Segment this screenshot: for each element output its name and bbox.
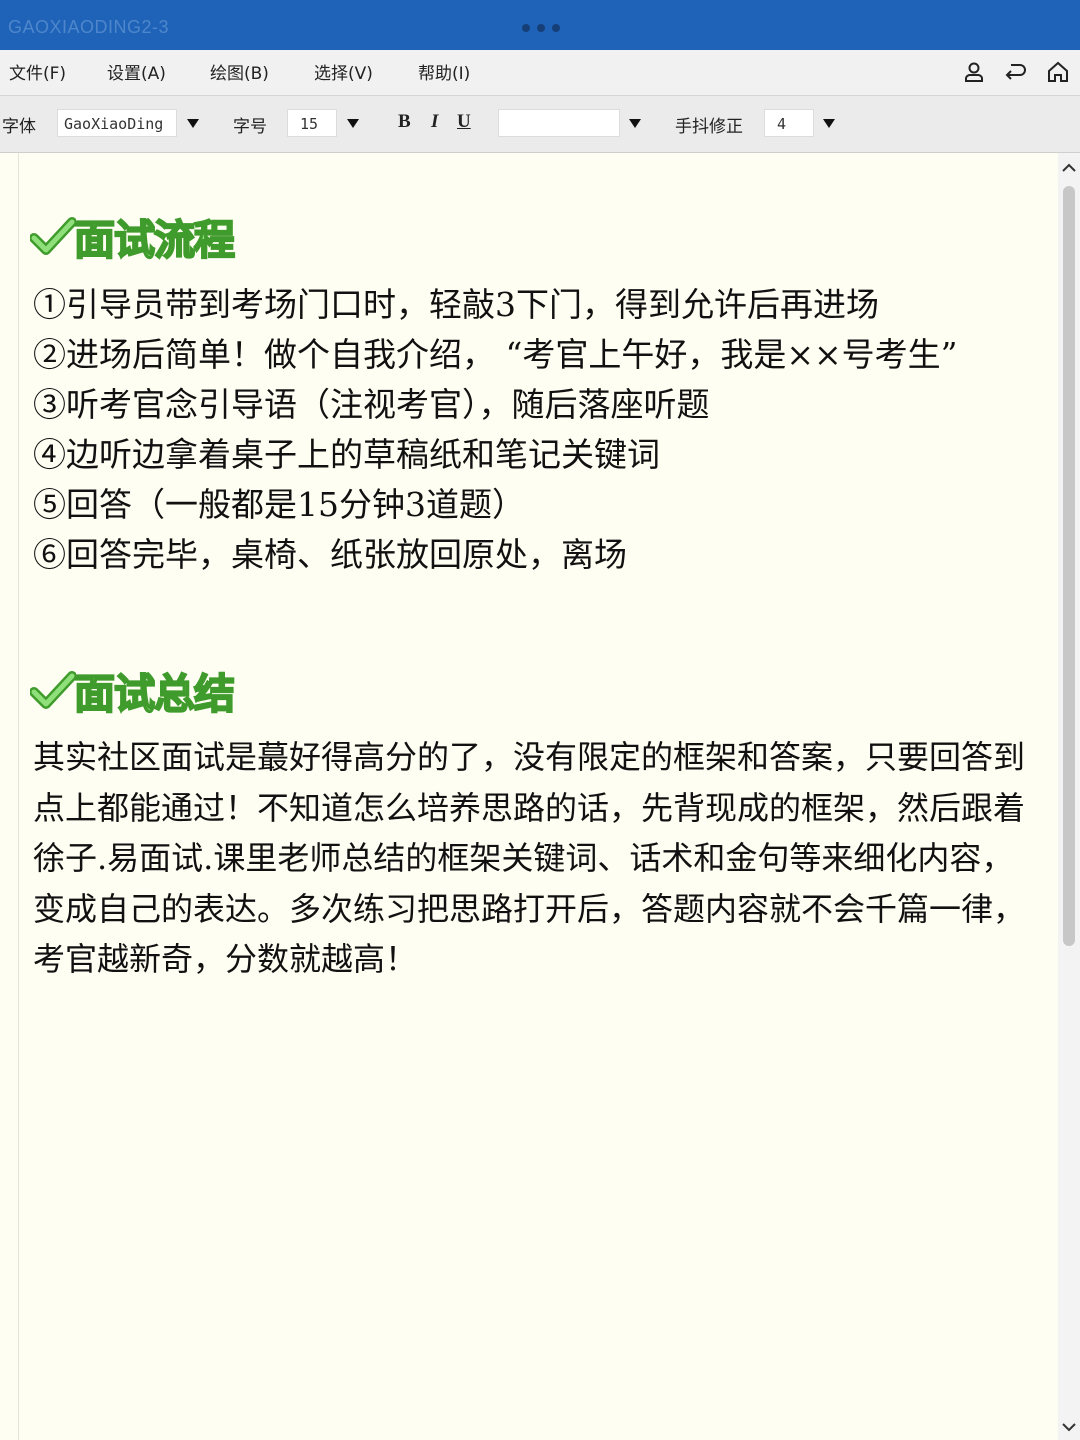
- menu-draw[interactable]: 绘图(B): [210, 59, 269, 84]
- format-toolbar: 字体 GaoXiaoDing 字号 15 B I U 手抖修正 4: [0, 96, 1080, 153]
- menu-settings[interactable]: 设置(A): [107, 59, 166, 84]
- correction-dropdown-icon[interactable]: [816, 109, 842, 137]
- size-dropdown-icon[interactable]: [340, 109, 366, 137]
- list-item: ⑤回答（一般都是15分钟3道题）: [33, 485, 525, 524]
- checkmark-icon: [30, 217, 76, 255]
- font-label: 字体: [2, 117, 36, 137]
- vertical-scrollbar[interactable]: [1058, 153, 1080, 1440]
- window-options-icon[interactable]: [522, 24, 560, 32]
- menu-help[interactable]: 帮助(I): [418, 59, 470, 84]
- title-bar: GAOXIAODING2-3: [0, 0, 1080, 50]
- list-item: ②进场后简单！做个自我介绍， “考官上午好，我是××号考生”: [33, 335, 958, 374]
- list-item: ④边听边拿着桌子上的草稿纸和笔记关键词: [33, 435, 660, 474]
- size-label: 字号: [233, 117, 267, 137]
- scrollbar-thumb[interactable]: [1063, 186, 1075, 946]
- correction-select[interactable]: 4: [764, 109, 814, 137]
- section-title: 面试总结: [73, 669, 236, 719]
- list-item: ③听考官念引导语（注视考官），随后落座听题: [33, 385, 710, 424]
- scroll-down-icon[interactable]: [1061, 1420, 1077, 1434]
- home-icon[interactable]: [1046, 60, 1070, 84]
- section-heading-summary: 面试总结: [30, 660, 236, 720]
- style-dropdown-icon[interactable]: [622, 109, 648, 137]
- summary-paragraph: 其实社区面试是蕞好得高分的了，没有限定的框架和答案，只要回答到点上都能通过！不知…: [33, 738, 1026, 978]
- menu-icons: [962, 60, 1070, 84]
- user-icon[interactable]: [962, 60, 986, 84]
- section-title: 面试流程: [73, 215, 236, 265]
- bold-button[interactable]: B: [398, 111, 411, 133]
- list-item: ⑥回答完毕，桌椅、纸张放回原处，离场: [33, 535, 627, 574]
- italic-button[interactable]: I: [431, 111, 438, 133]
- style-select[interactable]: [498, 109, 620, 137]
- list-item: ①引导员带到考场门口时，轻敲3下门，得到允许后再进场: [33, 285, 879, 324]
- underline-button[interactable]: U: [457, 111, 471, 133]
- section-heading-process: 面试流程: [30, 206, 236, 266]
- menu-select[interactable]: 选择(V): [314, 59, 373, 84]
- process-list: ①引导员带到考场门口时，轻敲3下门，得到允许后再进场 ②进场后简单！做个自我介绍…: [33, 280, 1043, 580]
- correction-label: 手抖修正: [675, 117, 743, 137]
- menu-file[interactable]: 文件(F): [9, 59, 66, 84]
- checkmark-icon: [30, 671, 76, 709]
- scroll-up-icon[interactable]: [1061, 161, 1077, 175]
- size-select[interactable]: 15: [287, 109, 337, 137]
- back-icon[interactable]: [1004, 60, 1028, 84]
- menu-bar: 文件(F) 设置(A) 绘图(B) 选择(V) 帮助(I): [0, 50, 1080, 96]
- font-dropdown-icon[interactable]: [180, 109, 206, 137]
- window-title: GAOXIAODING2-3: [8, 17, 170, 37]
- font-select[interactable]: GaoXiaoDing: [57, 109, 177, 137]
